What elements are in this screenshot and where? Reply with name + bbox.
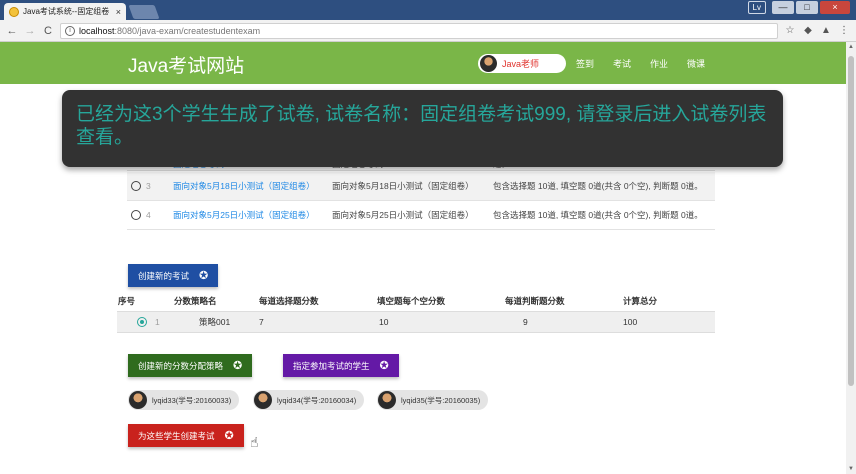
student-chip[interactable]: lyqid34(学号:20160034) <box>253 390 365 410</box>
nav-link-exam[interactable]: 考试 <box>613 57 631 70</box>
browser-menu-icon[interactable]: ⋮ <box>838 25 850 36</box>
tab-title: Java考试系统--固定组卷 <box>23 7 110 16</box>
student-label: lyqid33(学号:20160033) <box>152 395 232 405</box>
close-window-button[interactable]: × <box>820 1 850 14</box>
toast-message: 已经为这3个学生生成了试卷, 试卷名称：固定组卷考试999, 请登录后进入试卷列… <box>62 90 783 167</box>
scroll-down-arrow-icon[interactable]: ▼ <box>848 466 854 472</box>
strategy-table: 序号 分数策略名 每道选择题分数 填空题每个空分数 每道判断题分数 计算总分 1… <box>117 291 715 333</box>
table-row[interactable]: 4 面向对象5月25日小测试（固定组卷） 面向对象5月25日小测试（固定组卷） … <box>127 201 715 230</box>
table-header: 序号 分数策略名 每道选择题分数 填空题每个空分数 每道判断题分数 计算总分 <box>117 291 715 311</box>
reload-icon[interactable]: C <box>42 25 54 37</box>
minimize-button[interactable]: — <box>772 1 794 14</box>
scroll-thumb[interactable] <box>848 56 854 386</box>
row-number: 1 <box>155 317 160 327</box>
browser-tab[interactable]: Java考试系统--固定组卷 × <box>4 3 126 20</box>
col-header: 序号 <box>118 296 136 306</box>
create-strategy-label: 创建新的分数分配策略 <box>138 360 224 371</box>
exam-desc: 面向对象5月25日小测试（固定组卷） <box>332 209 474 220</box>
scroll-up-arrow-icon[interactable]: ▲ <box>848 44 854 50</box>
strategy-radio[interactable] <box>137 317 147 327</box>
strategy-name: 策略001 <box>199 317 231 327</box>
info-icon[interactable]: i <box>65 25 75 36</box>
student-chip[interactable]: lyqid33(学号:20160033) <box>128 390 240 410</box>
shield-icon[interactable]: ◆ <box>802 25 814 36</box>
student-label: lyqid35(学号:20160035) <box>401 395 481 405</box>
col-header: 计算总分 <box>623 296 658 306</box>
assign-students-label: 指定参加考试的学生 <box>293 360 370 371</box>
exam-table: 3 面向对象5月18日小测试（固定组卷） 面向对象5月18日小测试（固定组卷） … <box>127 172 715 230</box>
col-header: 每道选择题分数 <box>259 296 319 306</box>
url-input[interactable]: i localhost:8080/java-exam/createstudent… <box>60 22 778 39</box>
exam-name-link[interactable]: 面向对象5月18日小测试（固定组卷） <box>173 181 332 192</box>
exam-info: 包含选择题 10道, 填空题 0道(共含 0个空), 判断题 0道。 <box>493 209 703 220</box>
nav-link-homework[interactable]: 作业 <box>650 57 668 70</box>
col-header: 填空题每个空分数 <box>377 296 446 306</box>
site-brand[interactable]: Java考试网站 <box>128 51 244 78</box>
create-exam-button[interactable]: 创建新的考试 ✪ <box>128 264 219 287</box>
exam-radio[interactable] <box>130 210 141 220</box>
site-navbar: Java考试网站 Java老师 签到 考试 作业 微课 <box>0 42 846 84</box>
row-number: 3 <box>146 180 151 191</box>
nav-link-microcourse[interactable]: 微课 <box>687 57 705 70</box>
favicon-icon <box>9 6 19 17</box>
user-name: Java老师 <box>502 59 540 69</box>
refresh-icon: ✪ <box>379 360 389 372</box>
student-chip[interactable]: lyqid35(学号:20160035) <box>377 390 489 410</box>
student-label: lyqid34(学号:20160034) <box>277 395 357 405</box>
browser-tab-strip: Java考试系统--固定组卷 × Lv — □ × <box>0 0 856 20</box>
blank-score: 10 <box>379 317 389 327</box>
tab-close-icon[interactable]: × <box>116 7 121 17</box>
nav-link-signin[interactable]: 签到 <box>576 57 594 70</box>
exam-desc: 面向对象5月18日小测试（固定组卷） <box>332 180 474 191</box>
create-exam-label: 创建新的考试 <box>138 270 190 281</box>
total-score: 100 <box>623 317 638 327</box>
window-controls: Lv — □ × <box>747 1 850 14</box>
col-header: 每道判断题分数 <box>505 296 565 306</box>
url-path: :8080/java-exam/createstudentexam <box>114 25 261 36</box>
address-bar: ← → C i localhost:8080/java-exam/creates… <box>0 20 856 42</box>
page-content: Java考试网站 Java老师 签到 考试 作业 微课 固定组卷考试999 固定… <box>0 42 846 474</box>
col-header: 分数策略名 <box>174 296 217 306</box>
avatar <box>480 55 497 72</box>
user-chip[interactable]: Java老师 <box>478 54 566 73</box>
refresh-icon: ✪ <box>224 430 234 442</box>
table-row[interactable]: 1 策略001 7 10 9 100 <box>117 311 715 333</box>
row-number: 4 <box>146 209 151 220</box>
avatar <box>378 391 396 409</box>
create-strategy-button[interactable]: 创建新的分数分配策略 ✪ <box>128 354 253 377</box>
vertical-scrollbar[interactable]: ▲ ▼ <box>846 42 856 474</box>
exam-info: 包含选择题 10道, 填空题 0道(共含 0个空), 判断题 0道。 <box>493 180 703 191</box>
url-host: localhost <box>79 25 115 36</box>
assign-students-button[interactable]: 指定参加考试的学生 ✪ <box>283 354 399 377</box>
new-tab-button[interactable] <box>128 5 160 19</box>
back-arrow-icon[interactable]: ← <box>6 25 18 37</box>
exam-name-link[interactable]: 面向对象5月25日小测试（固定组卷） <box>173 210 332 221</box>
maximize-button[interactable]: □ <box>796 1 818 14</box>
avatar <box>129 391 147 409</box>
exam-radio[interactable] <box>130 181 141 191</box>
hand-cursor-icon: ☝ <box>250 434 259 450</box>
refresh-icon: ✪ <box>199 270 209 282</box>
avatar <box>254 391 272 409</box>
create-for-students-label: 为这些学生创建考试 <box>138 430 215 441</box>
choice-score: 7 <box>259 317 264 327</box>
table-row[interactable]: 3 面向对象5月18日小测试（固定组卷） 面向对象5月18日小测试（固定组卷） … <box>127 172 715 201</box>
refresh-icon: ✪ <box>233 360 243 372</box>
forward-arrow-icon[interactable]: → <box>24 25 36 37</box>
create-exam-for-students-button[interactable]: 为这些学生创建考试 ✪ <box>128 424 244 447</box>
profile-badge[interactable]: Lv <box>747 1 766 14</box>
judge-score: 9 <box>523 317 528 327</box>
bookmark-star-icon[interactable]: ☆ <box>784 25 796 36</box>
extension-icon[interactable]: ▲ <box>820 25 832 36</box>
